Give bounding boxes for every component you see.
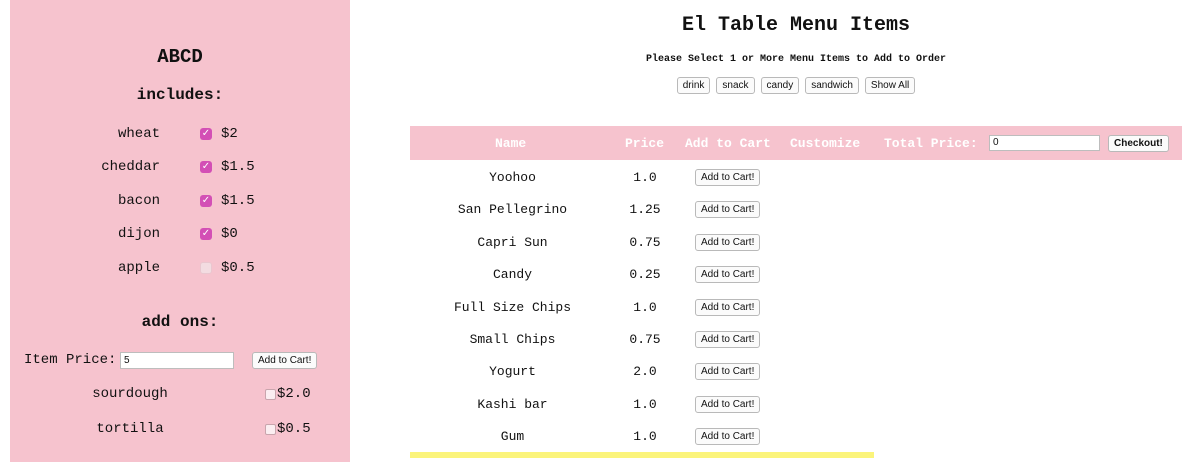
item-name: Small Chips xyxy=(469,332,556,347)
include-price: $1.5 xyxy=(221,159,255,175)
addon-name: sourdough xyxy=(92,386,168,402)
addon-checkbox-sourdough[interactable] xyxy=(265,389,276,400)
item-name: Yogurt xyxy=(489,364,536,379)
table-row: Yogurt 2.0 Add to Cart! xyxy=(410,361,1182,385)
item-price: 2.0 xyxy=(633,364,657,379)
include-checkbox-cheddar[interactable]: ✓ xyxy=(200,161,212,173)
include-price: $1.5 xyxy=(221,193,255,209)
total-price-field[interactable]: 0 xyxy=(989,135,1100,151)
include-name: wheat xyxy=(117,126,160,142)
table-row: San Pellegrino 1.25 Add to Cart! xyxy=(410,199,1182,223)
item-price: 0.25 xyxy=(629,267,661,282)
include-name: dijon xyxy=(117,226,160,242)
addon-price: $2.0 xyxy=(277,386,311,402)
item-price: 1.0 xyxy=(633,397,657,412)
highlight-bar xyxy=(410,452,874,458)
item-price: 1.0 xyxy=(633,170,657,185)
table-row: Small Chips 0.75 Add to Cart! xyxy=(410,329,1182,353)
column-header-add-to-cart: Add to Cart xyxy=(685,136,771,151)
table-row: Full Size Chips 1.0 Add to Cart! xyxy=(410,297,1182,321)
filter-drink-button[interactable]: drink xyxy=(676,77,711,94)
menu-table-header: Name Price Add to Cart Customize Total P… xyxy=(410,126,1182,160)
column-header-customize: Customize xyxy=(790,136,861,151)
table-row: Kashi bar 1.0 Add to Cart! xyxy=(410,394,1182,418)
item-price: 0.75 xyxy=(629,235,661,250)
add-to-cart-button[interactable]: Add to Cart! xyxy=(695,299,761,316)
item-price-input[interactable]: 5 xyxy=(120,352,234,369)
table-row: Candy 0.25 Add to Cart! xyxy=(410,264,1182,288)
item-name: Capri Sun xyxy=(477,235,548,250)
include-name: bacon xyxy=(117,193,160,209)
page-title: El Table Menu Items xyxy=(681,14,911,37)
include-price: $2 xyxy=(221,126,238,142)
sandwich-add-to-cart-button[interactable]: Add to Cart! xyxy=(252,352,318,369)
total-price-label: Total Price: xyxy=(884,136,978,151)
include-price: $0.5 xyxy=(221,260,255,276)
include-item-dijon: dijon ✓ $0 xyxy=(10,226,350,246)
item-price-row: Item Price: 5 Add to Cart! xyxy=(10,350,350,372)
include-checkbox-dijon[interactable]: ✓ xyxy=(200,228,212,240)
item-name: Candy xyxy=(492,267,532,282)
item-price: 1.0 xyxy=(633,429,657,444)
include-price: $0 xyxy=(221,226,238,242)
add-to-cart-button[interactable]: Add to Cart! xyxy=(695,396,761,413)
page-subtitle: Please Select 1 or More Menu Items to Ad… xyxy=(645,54,947,65)
add-to-cart-button[interactable]: Add to Cart! xyxy=(695,363,761,380)
item-price: 1.25 xyxy=(629,202,661,217)
include-item-bacon: bacon ✓ $1.5 xyxy=(10,193,350,213)
item-name: Kashi bar xyxy=(477,397,548,412)
addon-price: $0.5 xyxy=(277,421,311,437)
checkout-button[interactable]: Checkout! xyxy=(1108,135,1169,152)
include-item-cheddar: cheddar ✓ $1.5 xyxy=(10,159,350,179)
filter-candy-button[interactable]: candy xyxy=(760,77,800,94)
filter-snack-button[interactable]: snack xyxy=(716,77,755,94)
sandwich-title: ABCD xyxy=(157,46,203,68)
item-price: 1.0 xyxy=(633,300,657,315)
add-to-cart-button[interactable]: Add to Cart! xyxy=(695,201,761,218)
addon-item-tortilla: tortilla $0.5 xyxy=(10,421,350,441)
column-header-name: Name xyxy=(495,136,527,151)
addon-item-sourdough: sourdough $2.0 xyxy=(10,386,350,406)
item-price-label: Item Price: xyxy=(24,352,117,368)
includes-heading: includes: xyxy=(136,86,224,104)
addon-name: tortilla xyxy=(96,421,164,437)
column-header-price: Price xyxy=(625,136,665,151)
table-row: Gum 1.0 Add to Cart! xyxy=(410,426,1182,450)
include-name: apple xyxy=(117,260,160,276)
table-row: Capri Sun 0.75 Add to Cart! xyxy=(410,232,1182,256)
include-checkbox-wheat[interactable]: ✓ xyxy=(200,128,212,140)
include-checkbox-apple[interactable] xyxy=(200,262,212,274)
filter-show-all-button[interactable]: Show All xyxy=(864,77,916,94)
filter-sandwich-button[interactable]: sandwich xyxy=(805,77,859,94)
item-name: Gum xyxy=(500,429,525,444)
add-to-cart-button[interactable]: Add to Cart! xyxy=(695,428,761,445)
add-to-cart-button[interactable]: Add to Cart! xyxy=(695,234,761,251)
include-item-wheat: wheat ✓ $2 xyxy=(10,126,350,146)
include-name: cheddar xyxy=(101,159,160,175)
add-to-cart-button[interactable]: Add to Cart! xyxy=(695,169,761,186)
addons-heading: add ons: xyxy=(141,313,219,331)
item-name: Full Size Chips xyxy=(453,300,572,315)
item-price: 0.75 xyxy=(629,332,661,347)
category-filters: drink snack candy sandwich Show All xyxy=(410,77,1182,94)
sandwich-builder-panel: ABCD includes: wheat ✓ $2 cheddar ✓ $1.5… xyxy=(10,0,350,462)
include-item-apple: apple $0.5 xyxy=(10,260,350,280)
table-row: Yoohoo 1.0 Add to Cart! xyxy=(410,167,1182,191)
item-name: San Pellegrino xyxy=(457,202,568,217)
include-checkbox-bacon[interactable]: ✓ xyxy=(200,195,212,207)
add-to-cart-button[interactable]: Add to Cart! xyxy=(695,266,761,283)
add-to-cart-button[interactable]: Add to Cart! xyxy=(695,331,761,348)
addon-checkbox-tortilla[interactable] xyxy=(265,424,276,435)
item-name: Yoohoo xyxy=(489,170,536,185)
